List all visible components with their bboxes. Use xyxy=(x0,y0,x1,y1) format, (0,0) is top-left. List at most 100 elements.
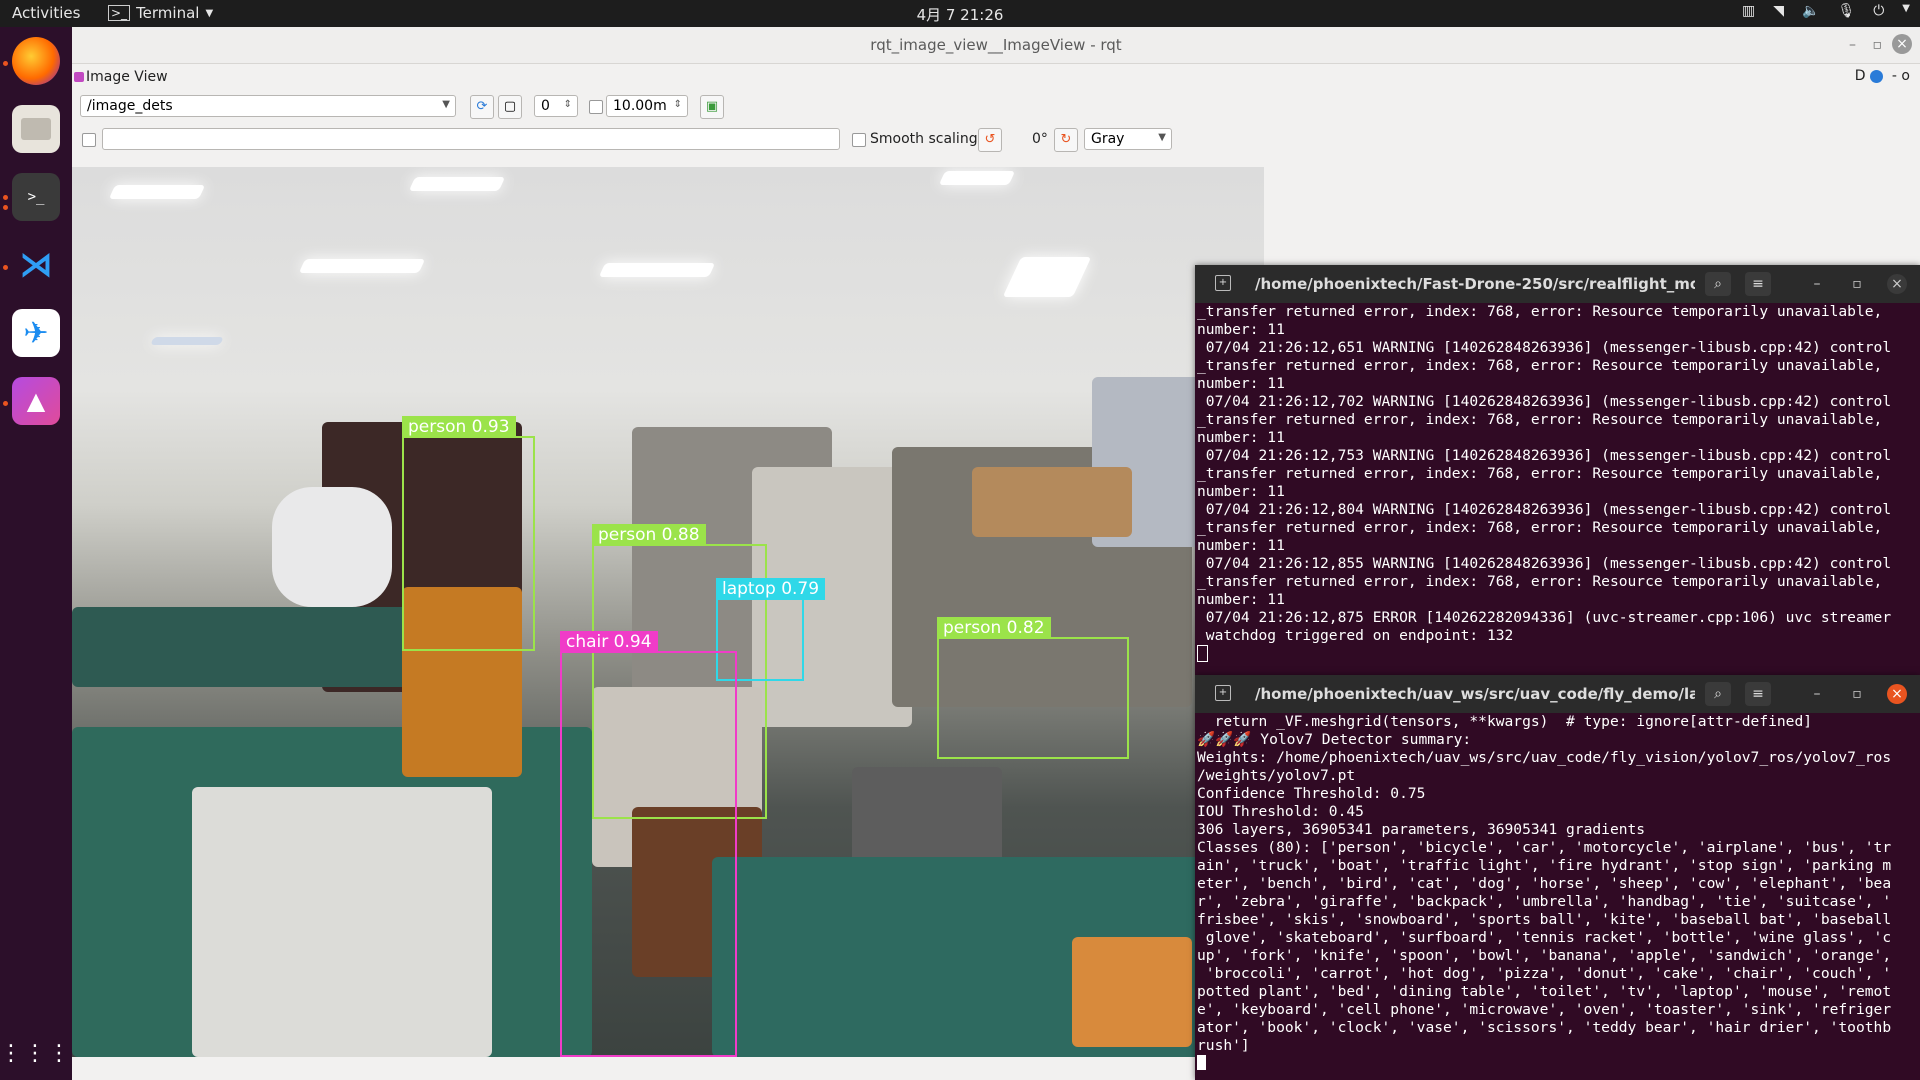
firefox-icon[interactable] xyxy=(12,37,60,85)
cardboard-box xyxy=(1072,937,1192,1047)
terminal-line: e', 'keyboard', 'cell phone', 'microwave… xyxy=(1197,1001,1892,1018)
menu-icon[interactable]: ≡ xyxy=(1745,272,1771,296)
help-icon[interactable] xyxy=(1870,69,1884,83)
restore-icon[interactable]: ▫ xyxy=(1873,27,1883,63)
terminal-dock-icon[interactable]: >_ xyxy=(12,173,60,221)
ceiling-light xyxy=(1002,257,1092,297)
cart xyxy=(192,787,492,1057)
plugin-icon xyxy=(74,72,84,82)
terminal-line: Confidence Threshold: 0.75 xyxy=(1197,785,1426,802)
refresh-topics-button[interactable]: ⟳ xyxy=(470,95,494,119)
terminal-line: number: 11 xyxy=(1197,321,1285,338)
mouse-topic-input[interactable] xyxy=(102,128,840,150)
terminal-line: return _VF.meshgrid(tensors, **kwargs) #… xyxy=(1197,713,1813,730)
terminal-line: _transfer returned error, index: 768, er… xyxy=(1197,303,1883,320)
plugin-header: Image View D - o xyxy=(72,65,1920,89)
terminal-line: ator', 'book', 'clock', 'vase', 'scissor… xyxy=(1197,1019,1892,1036)
terminal-output[interactable]: _transfer returned error, index: 768, er… xyxy=(1195,303,1920,675)
mouse-publish-checkbox[interactable] xyxy=(82,133,96,147)
plugin-dock-buttons[interactable]: D - o xyxy=(1855,68,1910,84)
new-tab-icon[interactable]: + xyxy=(1215,685,1231,701)
running-indicator xyxy=(3,401,8,406)
max-depth-checkbox[interactable] xyxy=(589,100,603,114)
rotate-left-button[interactable]: ↺ xyxy=(978,128,1002,152)
terminal-line: ain', 'truck', 'boat', 'traffic light', … xyxy=(1197,857,1892,874)
box xyxy=(972,467,1132,537)
show-apps-icon[interactable]: ⋮⋮⋮ xyxy=(0,1029,70,1077)
terminal-window-1[interactable]: + /home/phoenixtech/Fast-Drone-250/src/r… xyxy=(1195,265,1920,675)
spin-arrows-icon: ⇕ xyxy=(673,99,682,110)
search-icon[interactable]: ⌕ xyxy=(1705,272,1731,296)
terminal-output[interactable]: return _VF.meshgrid(tensors, **kwargs) #… xyxy=(1195,713,1920,1080)
smooth-scaling-label: Smooth scaling xyxy=(870,131,978,147)
terminal-line: Classes (80): ['person', 'bicycle', 'car… xyxy=(1197,839,1892,856)
topic-select[interactable]: /image_dets ▼ xyxy=(80,95,456,117)
window-titlebar[interactable]: rqt_image_view__ImageView - rqt – ▫ × xyxy=(72,27,1920,64)
terminal-line: IOU Threshold: 0.45 xyxy=(1197,803,1364,820)
terminal-line: 07/04 21:26:12,804 WARNING [140262848263… xyxy=(1197,501,1892,518)
terminal-line: up', 'fork', 'knife', 'spoon', 'bowl', '… xyxy=(1197,947,1892,964)
search-icon[interactable]: ⌕ xyxy=(1705,682,1731,706)
maximize-icon[interactable]: ▫ xyxy=(1847,684,1867,704)
smooth-scaling-checkbox[interactable] xyxy=(852,133,866,147)
close-icon[interactable]: × xyxy=(1887,274,1907,294)
close-icon[interactable]: × xyxy=(1887,684,1907,704)
rotate-right-button[interactable]: ↻ xyxy=(1054,128,1078,152)
terminal-title: /home/phoenixtech/Fast-Drone-250/src/rea… xyxy=(1255,275,1695,293)
microphone-icon: 🎙 xyxy=(1837,3,1856,19)
maximize-icon[interactable]: ▫ xyxy=(1847,274,1867,294)
running-indicator xyxy=(3,195,8,200)
terminal-line: rush'] xyxy=(1197,1037,1250,1054)
minimize-icon[interactable]: – xyxy=(1807,274,1827,294)
system-tray[interactable]: ▥ ◥ 🔈 🎙 ⏻ ▼ xyxy=(1742,3,1910,19)
chevron-down-icon: ▼ xyxy=(1158,132,1166,143)
detection-label: person 0.82 xyxy=(937,617,1051,639)
max-depth-spinbox[interactable]: 10.00m ⇕ xyxy=(606,95,688,117)
feishu-icon[interactable]: ✈ xyxy=(12,309,60,357)
terminal-titlebar[interactable]: + /home/phoenixtech/Fast-Drone-250/src/r… xyxy=(1195,265,1920,303)
depth-spinbox[interactable]: 0 ⇕ xyxy=(534,95,578,117)
zoom-fit-button[interactable]: ▢ xyxy=(498,95,522,119)
terminal-line: _transfer returned error, index: 768, er… xyxy=(1197,411,1883,428)
minimize-icon[interactable]: – xyxy=(1849,27,1856,63)
terminal-line: 🚀🚀🚀 Yolov7 Detector summary: xyxy=(1197,731,1472,748)
image-view-canvas[interactable]: person 0.93 person 0.88 laptop 0.79 chai… xyxy=(72,167,1264,1057)
running-indicator xyxy=(3,205,8,210)
terminal-line: potted plant', 'bed', 'dining table', 't… xyxy=(1197,983,1892,1000)
terminal-line: 306 layers, 36905341 parameters, 3690534… xyxy=(1197,821,1646,838)
color-scheme-select[interactable]: Gray ▼ xyxy=(1084,128,1172,150)
window-title: rqt_image_view__ImageView - rqt xyxy=(870,36,1122,54)
text-cursor xyxy=(1197,1055,1206,1070)
files-icon[interactable] xyxy=(12,105,60,153)
running-indicator xyxy=(3,61,8,66)
volume-icon: 🔈 xyxy=(1802,3,1820,19)
terminal-line: number: 11 xyxy=(1197,537,1285,554)
spin-arrows-icon: ⇕ xyxy=(563,99,572,110)
terminal-line: r', 'zebra', 'giraffe', 'backpack', 'umb… xyxy=(1197,893,1892,910)
topic-value: /image_dets xyxy=(87,98,173,114)
menu-icon[interactable]: ≡ xyxy=(1745,682,1771,706)
ceiling-light xyxy=(108,185,206,199)
image-viewer-icon[interactable]: ▲ xyxy=(12,377,60,425)
workbench xyxy=(72,607,412,687)
terminal-line: 07/04 21:26:12,875 ERROR [14026228209433… xyxy=(1197,609,1892,626)
save-image-button[interactable]: ▣ xyxy=(700,95,724,119)
terminal-line: 07/04 21:26:12,855 WARNING [140262848263… xyxy=(1197,555,1892,572)
power-icon: ⏻ xyxy=(1873,3,1885,19)
top-bar: Activities >_ Terminal ▼ 4月 7 21:26 ▥ ◥ … xyxy=(0,0,1920,27)
detection-label: chair 0.94 xyxy=(560,631,658,653)
terminal-window-2[interactable]: + /home/phoenixtech/uav_ws/src/uav_code/… xyxy=(1195,675,1920,1080)
network-indicator-icon: ▥ xyxy=(1741,3,1756,19)
clock[interactable]: 4月 7 21:26 xyxy=(0,4,1920,25)
new-tab-icon[interactable]: + xyxy=(1215,275,1231,291)
terminal-titlebar[interactable]: + /home/phoenixtech/uav_ws/src/uav_code/… xyxy=(1195,675,1920,713)
ceiling-light xyxy=(598,263,716,277)
close-icon[interactable]: × xyxy=(1892,34,1912,54)
ceiling-light xyxy=(150,337,224,345)
terminal-line: number: 11 xyxy=(1197,429,1285,446)
wifi-icon: ◥ xyxy=(1773,3,1784,19)
minimize-icon[interactable]: – xyxy=(1807,684,1827,704)
terminal-line: eter', 'bench', 'bird', 'cat', 'dog', 'h… xyxy=(1197,875,1892,892)
vscode-icon[interactable]: ⋊ xyxy=(12,241,60,289)
text-cursor xyxy=(1197,645,1208,662)
